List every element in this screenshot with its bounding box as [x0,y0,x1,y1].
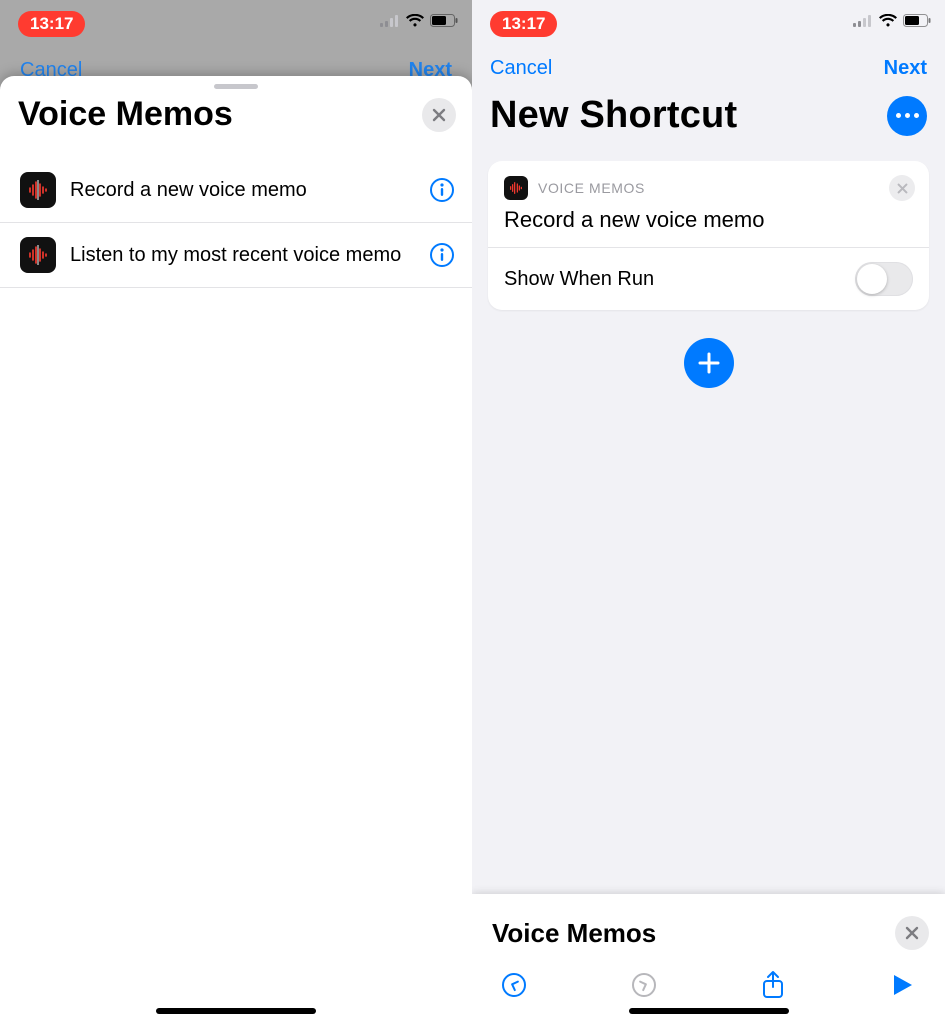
list-item-label: Listen to my most recent voice memo [70,243,414,268]
undo-button[interactable] [494,972,534,998]
add-action-button[interactable] [684,338,734,388]
waveform-icon [508,180,524,196]
status-bar: 13:17 [472,0,945,48]
voice-memos-app-icon [20,172,56,208]
recording-pill[interactable]: 13:17 [18,11,85,37]
cellular-icon [380,15,400,27]
voice-memos-app-icon [504,176,528,200]
list-item[interactable]: Record a new voice memo [0,158,472,223]
show-when-run-row: Show When Run [488,248,929,310]
close-icon [905,926,919,940]
info-icon [429,242,455,268]
wifi-icon [879,14,897,27]
drawer-title: Voice Memos [492,918,895,949]
action-picker-sheet: Voice Memos Record a new voice memo List… [0,76,472,1024]
info-icon [429,177,455,203]
battery-icon [430,14,458,27]
share-button[interactable] [753,970,793,1000]
list-item-label: Record a new voice memo [70,178,414,203]
phone-left: 13:17 Cancel Next Voice Memos Record a n… [0,0,472,1024]
sheet-grabber[interactable] [214,84,258,89]
more-button[interactable] [887,96,927,136]
run-button[interactable] [883,973,923,997]
list-item[interactable]: Listen to my most recent voice memo [0,223,472,288]
occluded-next: Next [409,59,452,76]
toggle-label: Show When Run [504,268,855,291]
status-icons [853,14,931,27]
info-button[interactable] [428,241,456,269]
nav-bar: Cancel Next [472,48,945,88]
info-button[interactable] [428,176,456,204]
close-icon [897,183,908,194]
waveform-icon [26,243,50,267]
voice-memos-app-icon [20,237,56,273]
occluded-nav: Cancel Next [0,48,472,76]
next-button[interactable]: Next [884,57,927,80]
status-bar: 13:17 [0,0,472,48]
close-button[interactable] [422,98,456,132]
page-title: New Shortcut [490,94,877,137]
remove-action-button[interactable] [889,175,915,201]
plus-icon [698,352,720,374]
drawer-close-button[interactable] [895,916,929,950]
editor-toolbar [472,960,945,1000]
battery-icon [903,14,931,27]
action-title: Record a new voice memo [488,203,929,247]
home-indicator[interactable] [156,1008,316,1014]
wifi-icon [406,14,424,27]
action-list: Record a new voice memo Listen to my mos… [0,158,472,288]
redo-button[interactable] [624,972,664,998]
waveform-icon [26,178,50,202]
recording-pill[interactable]: 13:17 [490,11,557,37]
cancel-button[interactable]: Cancel [490,57,552,80]
home-indicator[interactable] [629,1008,789,1014]
occluded-cancel: Cancel [20,59,82,76]
ellipsis-icon [896,113,901,118]
play-icon [892,973,914,997]
bottom-drawer: Voice Memos [472,894,945,1024]
phone-right: 13:17 Cancel Next New Shortcut VOICE MEM… [472,0,945,1024]
status-icons [380,14,458,27]
undo-icon [501,972,527,998]
action-card: VOICE MEMOS Record a new voice memo Show… [488,161,929,310]
card-app-label: VOICE MEMOS [538,180,879,196]
sheet-title: Voice Memos [18,95,422,134]
show-when-run-toggle[interactable] [855,262,913,296]
close-icon [432,108,446,122]
share-icon [761,970,785,1000]
cellular-icon [853,15,873,27]
redo-icon [631,972,657,998]
